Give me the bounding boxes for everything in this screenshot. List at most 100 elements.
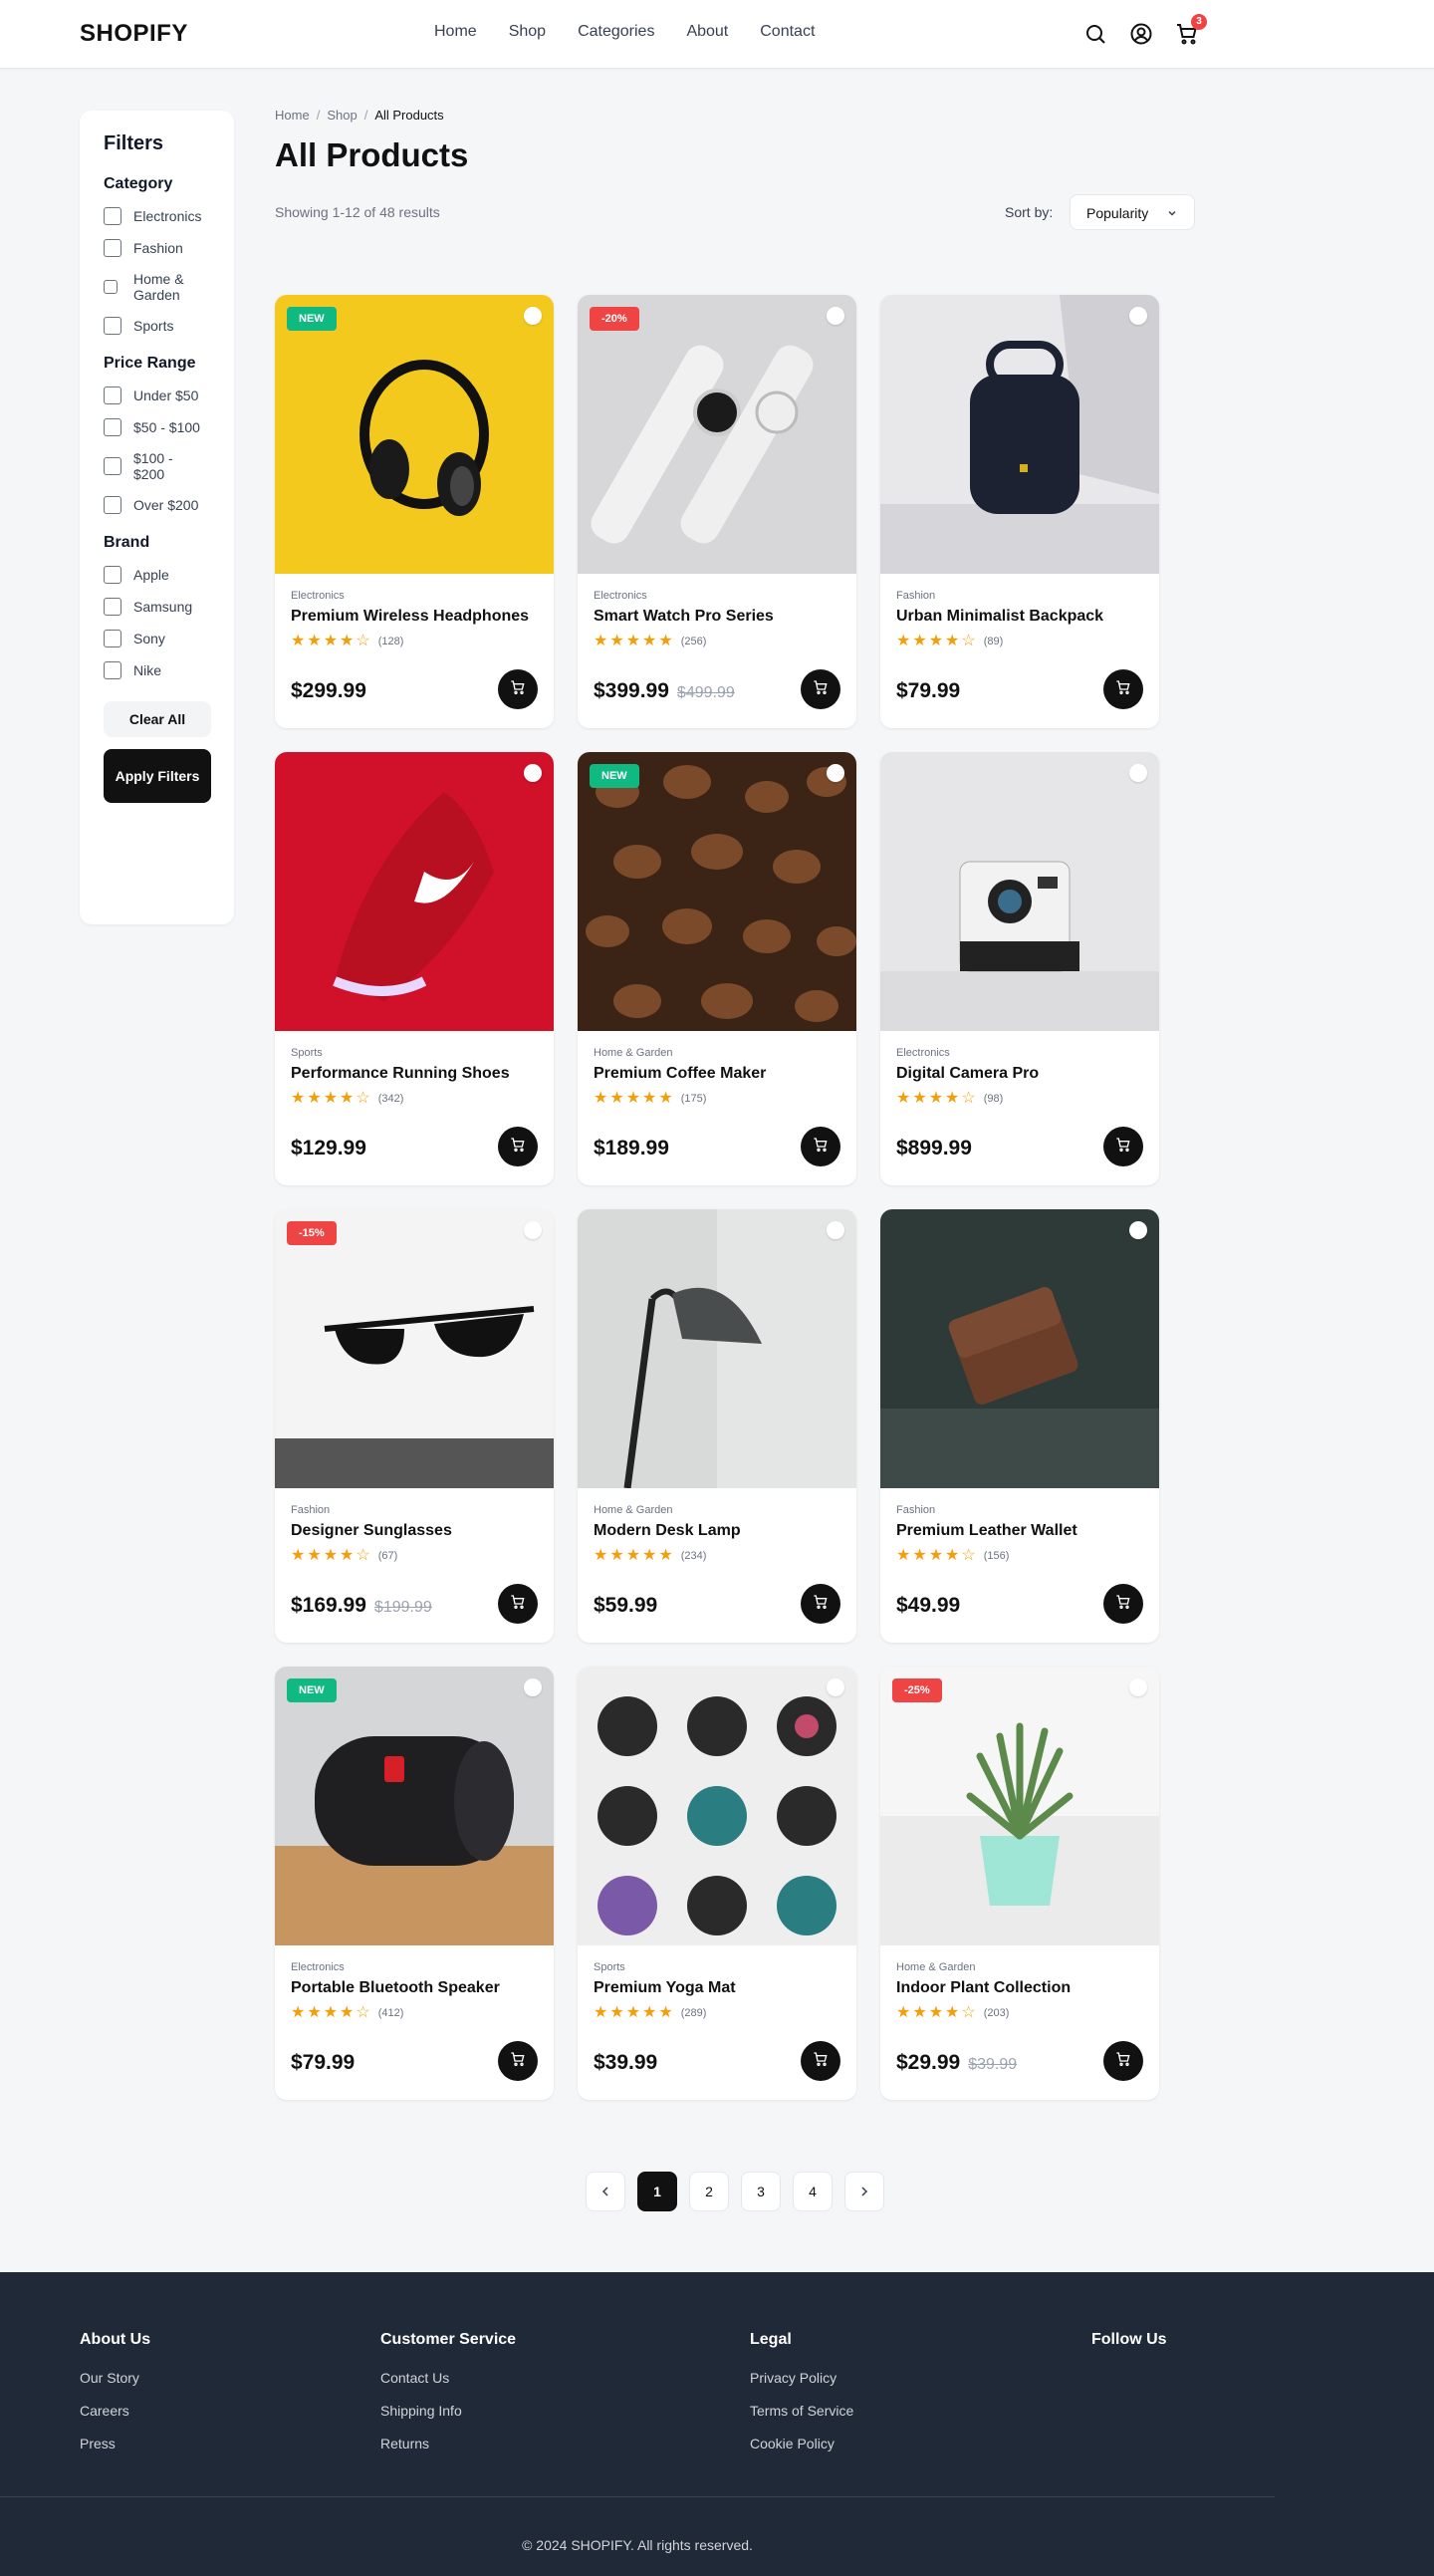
checkbox[interactable] bbox=[104, 239, 121, 257]
apply-filters-button[interactable]: Apply Filters bbox=[104, 749, 211, 803]
product-name[interactable]: Premium Coffee Maker bbox=[594, 1065, 840, 1083]
product-image[interactable]: -25% bbox=[880, 1667, 1159, 1945]
filter-100-200[interactable]: $100 - $200 bbox=[104, 450, 210, 482]
wishlist-icon[interactable] bbox=[524, 1221, 542, 1239]
filter-apple[interactable]: Apple bbox=[104, 566, 210, 584]
footer-link-careers[interactable]: Careers bbox=[80, 2402, 150, 2420]
product-image[interactable] bbox=[578, 1667, 856, 1945]
product-name[interactable]: Indoor Plant Collection bbox=[896, 1979, 1143, 1997]
checkbox[interactable] bbox=[104, 317, 121, 335]
filter-samsung[interactable]: Samsung bbox=[104, 598, 210, 616]
product-name[interactable]: Smart Watch Pro Series bbox=[594, 608, 840, 626]
product-name[interactable]: Digital Camera Pro bbox=[896, 1065, 1143, 1083]
wishlist-icon[interactable] bbox=[1129, 1678, 1147, 1696]
product-card[interactable]: NEW Electronics Portable Bluetooth Speak… bbox=[275, 1667, 554, 2100]
prev-page-button[interactable] bbox=[586, 2172, 625, 2211]
add-to-cart-button[interactable] bbox=[801, 1584, 840, 1624]
product-name[interactable]: Designer Sunglasses bbox=[291, 1522, 538, 1540]
user-icon[interactable] bbox=[1129, 22, 1153, 46]
page-button-3[interactable]: 3 bbox=[741, 2172, 781, 2211]
page-button-4[interactable]: 4 bbox=[793, 2172, 833, 2211]
checkbox[interactable] bbox=[104, 418, 121, 436]
product-name[interactable]: Premium Yoga Mat bbox=[594, 1979, 840, 1997]
product-card[interactable]: Electronics Digital Camera Pro ★ ★ ★ ★ ☆ (98… bbox=[880, 752, 1159, 1185]
product-name[interactable]: Performance Running Shoes bbox=[291, 1065, 538, 1083]
checkbox[interactable] bbox=[104, 457, 121, 475]
product-card[interactable]: -15% Fashion Designer Sunglasses ★ ★ ★ ★ ☆ (… bbox=[275, 1209, 554, 1643]
filter-nike[interactable]: Nike bbox=[104, 661, 210, 679]
product-image[interactable] bbox=[880, 295, 1159, 574]
add-to-cart-button[interactable] bbox=[498, 669, 538, 709]
footer-link-terms[interactable]: Terms of Service bbox=[750, 2402, 853, 2420]
product-image[interactable] bbox=[578, 1209, 856, 1488]
breadcrumb-home[interactable]: Home bbox=[275, 108, 310, 123]
footer-link-returns[interactable]: Returns bbox=[380, 2435, 516, 2452]
breadcrumb-shop[interactable]: Shop bbox=[327, 108, 357, 123]
product-name[interactable]: Premium Leather Wallet bbox=[896, 1522, 1143, 1540]
product-name[interactable]: Modern Desk Lamp bbox=[594, 1522, 840, 1540]
product-name[interactable]: Portable Bluetooth Speaker bbox=[291, 1979, 538, 1997]
cart-icon[interactable]: 3 bbox=[1175, 14, 1207, 46]
add-to-cart-button[interactable] bbox=[801, 1127, 840, 1166]
page-button-2[interactable]: 2 bbox=[689, 2172, 729, 2211]
product-card[interactable]: NEW Electronics Premium Wireless Headpho… bbox=[275, 295, 554, 728]
product-card[interactable]: -20% Electronics Smart Watch Pro Series … bbox=[578, 295, 856, 728]
footer-link-our-story[interactable]: Our Story bbox=[80, 2369, 150, 2387]
checkbox[interactable] bbox=[104, 386, 121, 404]
add-to-cart-button[interactable] bbox=[1103, 1584, 1143, 1624]
wishlist-icon[interactable] bbox=[827, 1221, 844, 1239]
add-to-cart-button[interactable] bbox=[1103, 1127, 1143, 1166]
product-image[interactable] bbox=[880, 1209, 1159, 1488]
wishlist-icon[interactable] bbox=[1129, 1221, 1147, 1239]
nav-shop[interactable]: Shop bbox=[509, 23, 546, 41]
footer-link-privacy[interactable]: Privacy Policy bbox=[750, 2369, 853, 2387]
wishlist-icon[interactable] bbox=[524, 1678, 542, 1696]
footer-link-cookies[interactable]: Cookie Policy bbox=[750, 2435, 853, 2452]
filter-electronics[interactable]: Electronics bbox=[104, 207, 210, 225]
search-icon[interactable] bbox=[1083, 22, 1107, 46]
nav-categories[interactable]: Categories bbox=[578, 23, 654, 41]
logo[interactable]: SHOPIFY bbox=[80, 20, 188, 48]
nav-about[interactable]: About bbox=[686, 23, 728, 41]
filter-sports[interactable]: Sports bbox=[104, 317, 210, 335]
nav-home[interactable]: Home bbox=[434, 23, 477, 41]
filter-fashion[interactable]: Fashion bbox=[104, 239, 210, 257]
filter-under-50[interactable]: Under $50 bbox=[104, 386, 210, 404]
add-to-cart-button[interactable] bbox=[801, 2041, 840, 2081]
add-to-cart-button[interactable] bbox=[1103, 2041, 1143, 2081]
product-image[interactable]: NEW bbox=[578, 752, 856, 1031]
product-card[interactable]: Home & Garden Modern Desk Lamp ★ ★ ★ ★ ★ (23… bbox=[578, 1209, 856, 1643]
product-name[interactable]: Urban Minimalist Backpack bbox=[896, 608, 1143, 626]
product-image[interactable] bbox=[880, 752, 1159, 1031]
checkbox[interactable] bbox=[104, 280, 118, 294]
product-card[interactable]: Sports Performance Running Shoes ★ ★ ★ ★ ☆ (… bbox=[275, 752, 554, 1185]
product-card[interactable]: Fashion Urban Minimalist Backpack ★ ★ ★ ★ ☆ … bbox=[880, 295, 1159, 728]
wishlist-icon[interactable] bbox=[1129, 764, 1147, 782]
product-card[interactable]: Fashion Premium Leather Wallet ★ ★ ★ ★ ☆ (15… bbox=[880, 1209, 1159, 1643]
checkbox[interactable] bbox=[104, 207, 121, 225]
checkbox[interactable] bbox=[104, 661, 121, 679]
footer-link-shipping[interactable]: Shipping Info bbox=[380, 2402, 516, 2420]
page-button-1[interactable]: 1 bbox=[637, 2172, 677, 2211]
filter-50-100[interactable]: $50 - $100 bbox=[104, 418, 210, 436]
product-image[interactable]: -20% bbox=[578, 295, 856, 574]
add-to-cart-button[interactable] bbox=[498, 1584, 538, 1624]
clear-all-button[interactable]: Clear All bbox=[104, 701, 211, 737]
product-image[interactable]: NEW bbox=[275, 1667, 554, 1945]
sort-select[interactable]: Popularity bbox=[1070, 194, 1195, 230]
add-to-cart-button[interactable] bbox=[1103, 669, 1143, 709]
checkbox[interactable] bbox=[104, 496, 121, 514]
filter-sony[interactable]: Sony bbox=[104, 630, 210, 647]
wishlist-icon[interactable] bbox=[524, 764, 542, 782]
checkbox[interactable] bbox=[104, 630, 121, 647]
wishlist-icon[interactable] bbox=[524, 307, 542, 325]
footer-link-press[interactable]: Press bbox=[80, 2435, 150, 2452]
add-to-cart-button[interactable] bbox=[801, 669, 840, 709]
checkbox[interactable] bbox=[104, 598, 121, 616]
product-image[interactable]: NEW bbox=[275, 295, 554, 574]
nav-contact[interactable]: Contact bbox=[760, 23, 815, 41]
product-card[interactable]: Sports Premium Yoga Mat ★ ★ ★ ★ ★ (289) $39.… bbox=[578, 1667, 856, 2100]
product-image[interactable] bbox=[275, 752, 554, 1031]
product-image[interactable]: -15% bbox=[275, 1209, 554, 1488]
next-page-button[interactable] bbox=[844, 2172, 884, 2211]
